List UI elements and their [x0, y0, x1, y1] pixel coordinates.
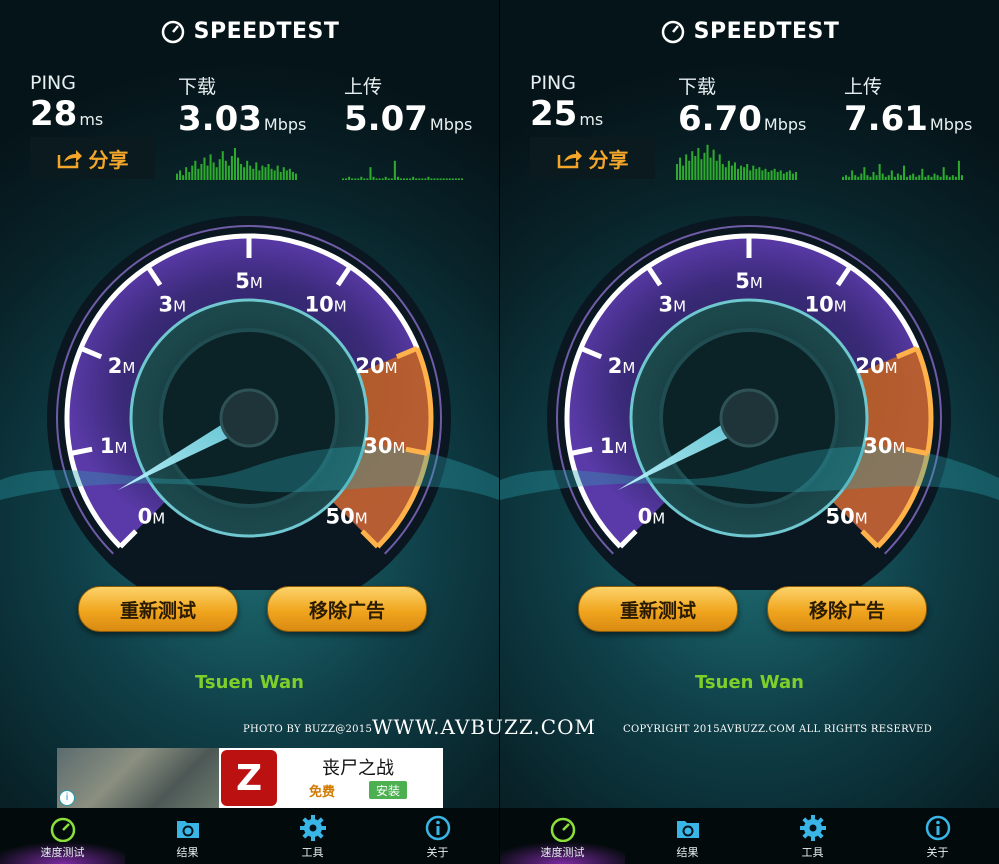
- download-value: 6.70: [678, 99, 762, 139]
- remove-ads-button[interactable]: 移除广告: [767, 586, 927, 632]
- tab-bar: 速度测试 结果 工具 关于: [500, 808, 999, 864]
- ad-game-screenshot: [57, 748, 219, 808]
- tab-bar: 速度测试 结果 工具 关于: [0, 808, 499, 864]
- tab-label: 关于: [926, 846, 949, 859]
- results-folder-icon: [125, 814, 250, 842]
- share-button[interactable]: 分享: [30, 137, 155, 179]
- info-icon: [875, 814, 999, 842]
- ping-label: PING: [530, 72, 576, 94]
- ping-value: 28: [30, 94, 78, 134]
- upload-sparkline: [842, 140, 964, 180]
- remove-ads-button[interactable]: 移除广告: [267, 586, 427, 632]
- upload-value: 7.61: [844, 99, 928, 139]
- ad-install-button[interactable]: 安装: [369, 781, 407, 799]
- watermark: PHOTO BY BUZZ@2015 WWW.AVBUZZ.COM COPYRI…: [0, 714, 999, 739]
- download-metric: 下载 3.03 Mbps: [178, 72, 306, 145]
- tab-speedometer[interactable]: 速度测试: [500, 808, 625, 864]
- tab-speedometer[interactable]: 速度测试: [0, 808, 125, 864]
- ad-title: 丧尸之战: [322, 758, 394, 779]
- upload-value: 5.07: [344, 99, 428, 139]
- ad-banner[interactable]: i Z 丧尸之战 免费 安装: [57, 748, 443, 808]
- share-icon: [557, 150, 582, 169]
- ping-unit: ms: [579, 110, 604, 129]
- tab-gear[interactable]: 工具: [250, 808, 375, 864]
- watermark-copyright: COPYRIGHT 2015AVBUZZ.COM ALL RIGHTS RESE…: [623, 724, 933, 735]
- tab-info[interactable]: 关于: [875, 808, 999, 864]
- gauge-hub: [219, 388, 279, 448]
- watermark-photo-by: PHOTO BY BUZZ@2015: [243, 724, 373, 735]
- upload-sparkline: [342, 140, 464, 180]
- speed-gauge: 0M1M2M3M5M10M20M30M50M: [0, 216, 499, 590]
- speed-gauge: 0M1M2M3M5M10M20M30M50M: [500, 216, 999, 590]
- speedometer-icon: [0, 814, 125, 842]
- tab-label: 工具: [801, 846, 824, 859]
- share-button[interactable]: 分享: [530, 137, 655, 179]
- ping-label: PING: [30, 72, 76, 94]
- upload-label: 上传: [844, 76, 883, 98]
- tab-label: 速度测试: [540, 846, 585, 859]
- tab-label: 速度测试: [40, 846, 85, 859]
- speedtest-logo-icon: [161, 20, 184, 44]
- upload-metric: 上传 7.61 Mbps: [844, 72, 972, 145]
- server-location: Tsuen Wan: [195, 672, 304, 693]
- tab-gear[interactable]: 工具: [750, 808, 875, 864]
- results-folder-icon: [625, 814, 750, 842]
- download-sparkline: [176, 140, 298, 180]
- gauge-hub: [719, 388, 779, 448]
- brand-name: SPEEDTEST: [193, 18, 340, 44]
- gear-icon: [250, 814, 375, 842]
- gear-icon: [750, 814, 875, 842]
- download-metric: 下载 6.70 Mbps: [678, 72, 806, 145]
- share-label: 分享: [588, 147, 629, 172]
- download-label: 下载: [678, 76, 717, 98]
- download-sparkline: [676, 140, 798, 180]
- ping-value: 25: [530, 94, 578, 134]
- retest-button[interactable]: 重新测试: [578, 586, 738, 632]
- upload-unit: Mbps: [929, 115, 973, 134]
- ad-price: 免费: [309, 785, 336, 800]
- upload-label: 上传: [344, 76, 383, 98]
- ping-unit: ms: [79, 110, 104, 129]
- ad-app-icon: Z: [221, 750, 277, 806]
- server-location: Tsuen Wan: [695, 672, 804, 693]
- download-value: 3.03: [178, 99, 262, 139]
- speedometer-icon: [500, 814, 625, 842]
- retest-button[interactable]: 重新测试: [78, 586, 238, 632]
- watermark-site: WWW.AVBUZZ.COM: [372, 715, 596, 739]
- upload-unit: Mbps: [429, 115, 473, 134]
- tab-results-folder[interactable]: 结果: [625, 808, 750, 864]
- speedtest-logo-icon: [661, 20, 684, 44]
- tab-label: 关于: [426, 846, 449, 859]
- tab-results-folder[interactable]: 结果: [125, 808, 250, 864]
- upload-metric: 上传 5.07 Mbps: [344, 72, 472, 145]
- tab-label: 结果: [176, 846, 199, 859]
- tab-info[interactable]: 关于: [375, 808, 499, 864]
- info-icon: [375, 814, 499, 842]
- brand-header: SPEEDTEST: [500, 18, 999, 44]
- tab-label: 结果: [676, 846, 699, 859]
- download-unit: Mbps: [263, 115, 307, 134]
- brand-header: SPEEDTEST: [0, 18, 499, 44]
- share-label: 分享: [88, 147, 129, 172]
- ad-info-icon[interactable]: i: [59, 790, 75, 806]
- ping-metric: PING 28 ms: [30, 72, 103, 140]
- download-unit: Mbps: [763, 115, 807, 134]
- share-icon: [57, 150, 82, 169]
- ping-metric: PING 25 ms: [530, 72, 603, 140]
- brand-name: SPEEDTEST: [693, 18, 840, 44]
- download-label: 下载: [178, 76, 217, 98]
- tab-label: 工具: [301, 846, 324, 859]
